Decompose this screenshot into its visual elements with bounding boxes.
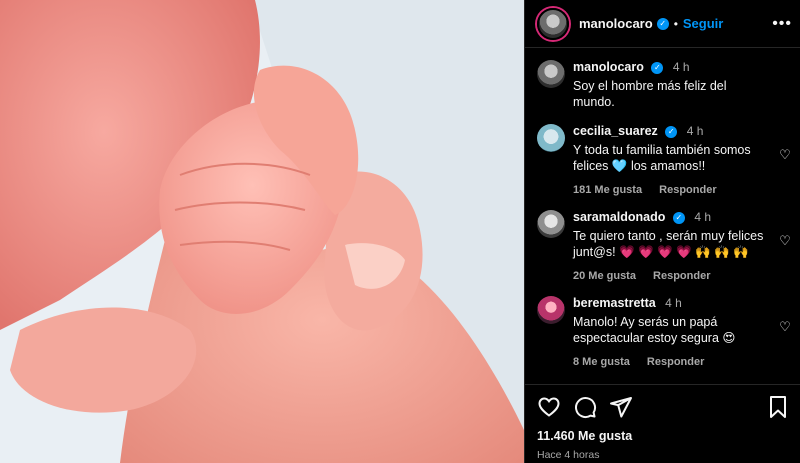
- comment-item: cecilia_suarez ✓ 4 h Y toda tu familia t…: [537, 124, 800, 196]
- author-avatar[interactable]: [537, 7, 569, 40]
- follow-button[interactable]: Seguir: [683, 16, 723, 31]
- action-icons: [537, 395, 788, 419]
- caption-time: 4 h: [672, 60, 690, 74]
- comment-text: Y toda tu familia también somos felices …: [573, 143, 751, 173]
- comment-time: 4 h: [694, 210, 712, 224]
- comment-text: Manolo! Ay serás un papá espectacular es…: [573, 315, 736, 345]
- comments-list[interactable]: manolocaro ✓ 4 h Soy el hombre más feliz…: [525, 48, 800, 384]
- comment-likes[interactable]: 181 Me gusta: [573, 184, 642, 196]
- commenter-username[interactable]: cecilia_suarez: [573, 124, 658, 138]
- baby-hand-holding-finger-image: [0, 0, 524, 463]
- comment-icon[interactable]: [573, 395, 597, 419]
- reply-button[interactable]: Responder: [659, 184, 716, 196]
- post-photo: [0, 0, 524, 463]
- commenter-avatar[interactable]: [537, 296, 565, 324]
- comment-time: 4 h: [665, 296, 682, 310]
- post-header: manolocaro ✓ • Seguir •••: [525, 0, 800, 48]
- post-side-panel: manolocaro ✓ • Seguir ••• manolocaro ✓ 4…: [524, 0, 800, 463]
- commenter-username[interactable]: beremastretta: [573, 296, 656, 310]
- comment-item: saramaldonado ✓ 4 h Te quiero tanto , se…: [537, 210, 800, 282]
- commenter-avatar[interactable]: [537, 210, 565, 238]
- reply-button[interactable]: Responder: [653, 270, 710, 282]
- share-icon[interactable]: [609, 395, 633, 419]
- verified-badge-icon: ✓: [665, 125, 678, 138]
- verified-badge-icon: ✓: [651, 61, 664, 74]
- reply-button[interactable]: Responder: [647, 356, 704, 368]
- comment-text: Te quiero tanto , serán muy felices junt…: [573, 229, 764, 259]
- post-likes-count[interactable]: 11.460 Me gusta: [537, 429, 788, 443]
- heart-icon[interactable]: [537, 395, 561, 419]
- bookmark-icon[interactable]: [768, 395, 788, 419]
- caption-username[interactable]: manolocaro: [573, 60, 644, 74]
- comment-like-heart-icon[interactable]: ♡: [778, 320, 792, 334]
- comment-like-heart-icon[interactable]: ♡: [778, 234, 792, 248]
- caption-avatar[interactable]: [537, 60, 565, 88]
- caption: manolocaro ✓ 4 h Soy el hombre más feliz…: [537, 60, 800, 110]
- post-timestamp[interactable]: Hace 4 horas: [537, 449, 788, 461]
- comment-likes[interactable]: 8 Me gusta: [573, 356, 630, 368]
- comment-likes[interactable]: 20 Me gusta: [573, 270, 636, 282]
- commenter-username[interactable]: saramaldonado: [573, 210, 665, 224]
- post-actions: 11.460 Me gusta Hace 4 horas: [525, 384, 800, 461]
- author-username[interactable]: manolocaro: [579, 16, 653, 31]
- commenter-avatar[interactable]: [537, 124, 565, 152]
- comment-time: 4 h: [686, 124, 704, 138]
- verified-badge-icon: ✓: [672, 211, 685, 224]
- comment-like-heart-icon[interactable]: ♡: [778, 148, 792, 162]
- caption-text: Soy el hombre más feliz del mundo.: [573, 79, 727, 109]
- verified-badge-icon: ✓: [656, 17, 669, 30]
- more-options-icon[interactable]: •••: [772, 15, 792, 33]
- comment-item: beremastretta 4 h Manolo! Ay serás un pa…: [537, 296, 800, 368]
- separator-dot: •: [673, 16, 678, 31]
